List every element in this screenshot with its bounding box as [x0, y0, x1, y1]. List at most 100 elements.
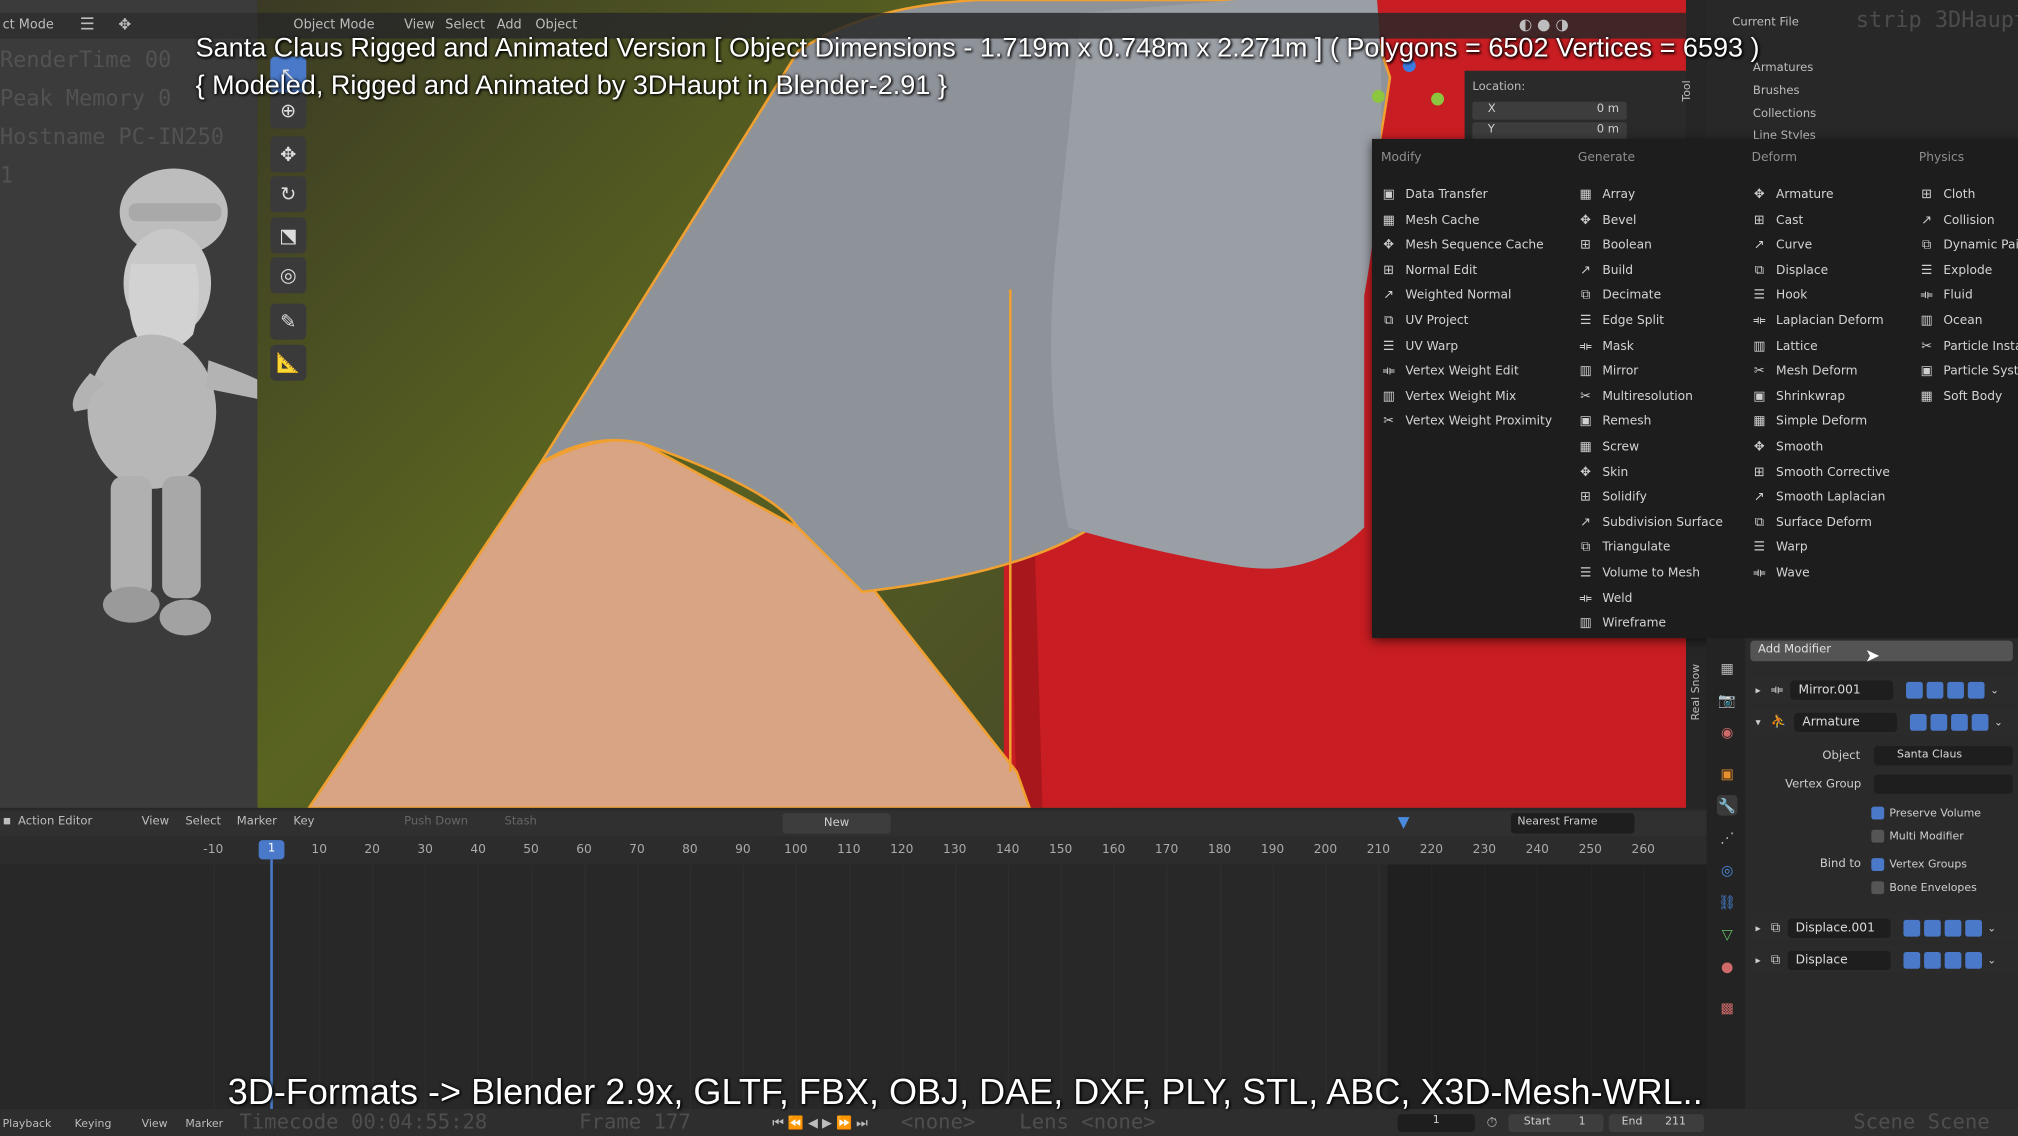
- modifier-menu-item[interactable]: ▣ Particle Syste: [1919, 359, 2018, 383]
- move-tool-icon[interactable]: ✥: [270, 136, 307, 173]
- multi-modifier-checkbox[interactable]: Multi Modifier: [1871, 829, 1964, 843]
- modifier-menu-item[interactable]: ▥ Mirror: [1578, 359, 1638, 383]
- modifier-menu-item[interactable]: ⧉ Displace: [1752, 258, 1828, 282]
- modifier-menu-item[interactable]: ⧉ Dynamic Pai: [1919, 233, 2018, 257]
- modifier-menu-item[interactable]: ✥ Skin: [1578, 460, 1628, 484]
- loc-x-field[interactable]: X 0 m: [1472, 101, 1627, 120]
- measure-tool-icon[interactable]: 📐: [270, 344, 307, 381]
- modifier-menu-item[interactable]: ↗ Curve: [1752, 233, 1812, 257]
- render-toggle-icon[interactable]: [1944, 951, 1962, 969]
- modifier-menu-item[interactable]: ✥ Mesh Sequence Cache: [1381, 233, 1543, 257]
- timeline-menu-key[interactable]: Key: [293, 816, 314, 829]
- edit-mode-toggle-icon[interactable]: [1906, 681, 1924, 698]
- outliner-item-armatures[interactable]: Armatures: [1753, 62, 1813, 75]
- modifier-menu-item[interactable]: ⊞ Smooth Corrective: [1752, 460, 1890, 484]
- modifier-menu-item[interactable]: ▦ Screw: [1578, 435, 1639, 459]
- modifier-menu-item[interactable]: ▦ Mesh Cache: [1381, 208, 1480, 232]
- modifier-menu-item[interactable]: ⧉ Surface Deform: [1752, 510, 1872, 534]
- modifier-menu-item[interactable]: ☰ Volume to Mesh: [1578, 561, 1700, 585]
- modifier-menu-item[interactable]: ⟚ Weld: [1578, 586, 1632, 610]
- keying-menu[interactable]: Keying: [75, 1118, 112, 1131]
- editor-type-icon[interactable]: ▪: [3, 814, 12, 828]
- timeline-menu-select[interactable]: Select: [185, 816, 221, 829]
- new-action-button[interactable]: New: [782, 813, 891, 834]
- modifier-menu-item[interactable]: ↗ Build: [1578, 258, 1633, 282]
- object-props-icon[interactable]: ▣: [1717, 763, 1738, 784]
- edit-mode-toggle-icon[interactable]: [1903, 951, 1921, 969]
- marker-menu[interactable]: Marker: [185, 1118, 223, 1131]
- modifier-mirror-001[interactable]: ▸ ⟚ Mirror.001 ⌄: [1750, 675, 2018, 704]
- modifier-menu-item[interactable]: ▥ Ocean: [1919, 309, 1983, 333]
- modifier-menu-item[interactable]: ✂ Particle Insta: [1919, 334, 2018, 358]
- expand-arrow-icon[interactable]: ▸: [1755, 922, 1760, 934]
- modifier-menu-item[interactable]: ⊞ Solidify: [1578, 485, 1647, 509]
- real-snow-tab[interactable]: Real Snow: [1690, 664, 1703, 721]
- viewport-toggle-icon[interactable]: [1931, 713, 1948, 731]
- hamburger-icon[interactable]: ☰: [80, 15, 95, 34]
- loc-y-field[interactable]: Y 0 m: [1472, 122, 1627, 141]
- modifier-name-field[interactable]: Displace: [1787, 950, 1891, 970]
- modifier-menu-item[interactable]: ⊞ Cloth: [1919, 183, 1975, 207]
- chevron-down-icon[interactable]: ⌄: [1987, 922, 1996, 934]
- outliner-item-collections[interactable]: Collections: [1753, 108, 1816, 121]
- render-toggle-icon[interactable]: [1944, 919, 1962, 936]
- timeline-menu-view[interactable]: View: [142, 816, 169, 829]
- transform-tool-icon[interactable]: ◎: [270, 257, 307, 294]
- checkbox-checked-icon[interactable]: [1871, 858, 1885, 871]
- playback-menu[interactable]: Playback: [3, 1118, 52, 1131]
- object-mode-dropdown[interactable]: Object Mode: [293, 18, 374, 32]
- modifier-menu-item[interactable]: ▣ Remesh: [1578, 410, 1651, 434]
- gizmo-y-axis[interactable]: [1371, 90, 1385, 103]
- checkbox-unchecked-icon[interactable]: [1871, 829, 1885, 843]
- modifier-menu-item[interactable]: ↗ Subdivision Surface: [1578, 510, 1723, 534]
- modifier-name-field[interactable]: Armature: [1794, 712, 1898, 732]
- camera-toggle-icon[interactable]: [1965, 919, 1983, 936]
- collapse-arrow-icon[interactable]: ▾: [1755, 716, 1760, 728]
- modifier-menu-item[interactable]: ⟚ Mask: [1578, 334, 1633, 358]
- start-frame-field[interactable]: Start 1: [1508, 1114, 1604, 1133]
- material-props-icon[interactable]: ●: [1717, 956, 1738, 977]
- modifier-menu-item[interactable]: ✂ Vertex Weight Proximity: [1381, 410, 1552, 434]
- transform-icon[interactable]: ✥: [118, 15, 131, 33]
- stash-button[interactable]: Stash: [505, 816, 537, 829]
- bone-envelopes-checkbox[interactable]: Bone Envelopes: [1871, 881, 1977, 895]
- texture-props-icon[interactable]: ▩: [1717, 997, 1738, 1018]
- modifier-menu-item[interactable]: ✂ Mesh Deform: [1752, 359, 1858, 383]
- menu-select[interactable]: Select: [445, 18, 485, 32]
- viewport-shading-icon[interactable]: ◐ ● ◑: [1519, 15, 1569, 33]
- outliner-header[interactable]: Current File: [1732, 17, 1799, 30]
- checkbox-checked-icon[interactable]: [1871, 806, 1885, 820]
- edit-mode-toggle-icon[interactable]: [1910, 713, 1928, 731]
- modifier-name-field[interactable]: Displace.001: [1787, 917, 1891, 938]
- camera-toggle-icon[interactable]: [1972, 713, 1990, 731]
- modifier-menu-item[interactable]: ↗ Smooth Laplacian: [1752, 485, 1886, 509]
- viewport-toggle-icon[interactable]: [1924, 919, 1941, 936]
- edit-mode-toggle-icon[interactable]: [1903, 919, 1921, 936]
- modifier-menu-item[interactable]: ⊞ Boolean: [1578, 233, 1652, 257]
- chevron-down-icon[interactable]: ⌄: [1990, 684, 1999, 696]
- current-frame-indicator[interactable]: 1: [258, 840, 285, 860]
- expand-arrow-icon[interactable]: ▸: [1755, 684, 1760, 696]
- scale-tool-icon[interactable]: ⬔: [270, 217, 307, 254]
- modifier-menu-item[interactable]: ☰ Hook: [1752, 284, 1808, 308]
- modifier-menu-item[interactable]: ⧉ Decimate: [1578, 284, 1661, 308]
- vertex-group-field[interactable]: [1873, 774, 2013, 794]
- modifier-menu-item[interactable]: ▥ Vertex Weight Mix: [1381, 384, 1517, 408]
- preserve-volume-checkbox[interactable]: Preserve Volume: [1871, 806, 1981, 820]
- constraint-props-icon[interactable]: ⛓: [1717, 892, 1738, 913]
- modifier-menu-item[interactable]: ▥ Lattice: [1752, 334, 1817, 358]
- modifier-menu-item[interactable]: ▥ Wireframe: [1578, 611, 1666, 635]
- modifier-menu-item[interactable]: ⟚ Vertex Weight Edit: [1381, 359, 1519, 383]
- modifier-menu-item[interactable]: ▣ Shrinkwrap: [1752, 384, 1845, 408]
- modifier-menu-item[interactable]: ↗ Weighted Normal: [1381, 284, 1511, 308]
- modifier-menu-item[interactable]: ☰ Edge Split: [1578, 309, 1664, 333]
- modifier-menu-item[interactable]: ⧉ Triangulate: [1578, 536, 1670, 560]
- physics-props-icon[interactable]: ◎: [1717, 859, 1738, 880]
- modifier-menu-item[interactable]: ⟚ Fluid: [1919, 284, 1973, 308]
- modifier-menu-item[interactable]: ☰ Explode: [1919, 258, 1992, 282]
- modifier-menu-item[interactable]: ✥ Bevel: [1578, 208, 1636, 232]
- particles-props-icon[interactable]: ⋰: [1717, 827, 1738, 848]
- modifier-name-field[interactable]: Mirror.001: [1790, 679, 1894, 700]
- modifier-menu-item[interactable]: ✥ Smooth: [1752, 435, 1823, 459]
- modifier-displace-001[interactable]: ▸ ⧉ Displace.001 ⌄: [1750, 913, 2018, 942]
